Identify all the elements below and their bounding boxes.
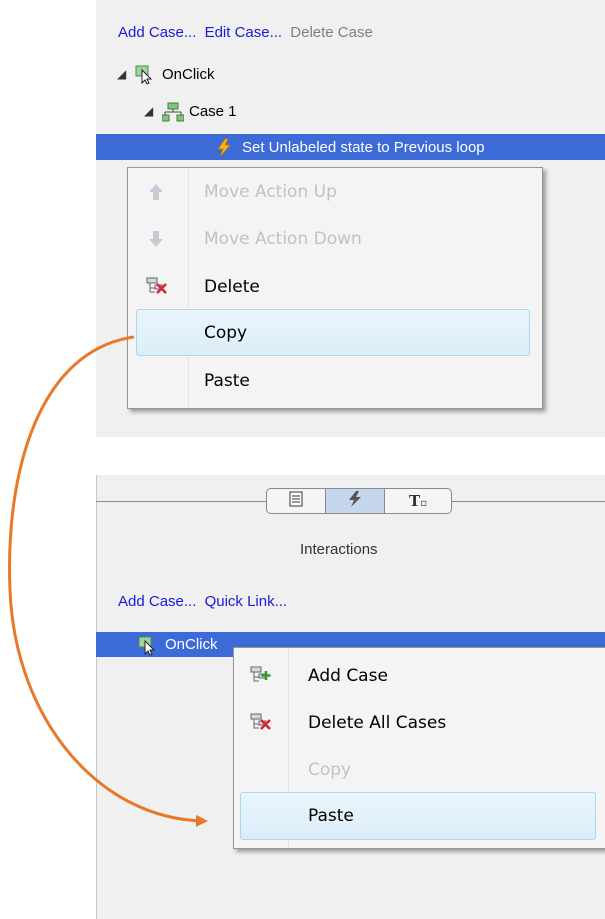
menu-item-paste[interactable]: Paste: [128, 358, 542, 404]
tab-interactions[interactable]: [325, 488, 385, 514]
selected-action-label: Set Unlabeled state to Previous loop: [242, 138, 485, 156]
menu-item-delete-all-cases[interactable]: Delete All Cases: [234, 700, 605, 746]
arrow-up-icon: [146, 182, 166, 202]
add-case-link[interactable]: Add Case...: [118, 593, 196, 610]
add-case-link[interactable]: Add Case...: [118, 24, 196, 41]
tree-event-row[interactable]: ◢ OnClick: [117, 62, 215, 86]
edit-case-link[interactable]: Edit Case...: [205, 24, 283, 41]
interactions-icon: [346, 490, 364, 513]
event-context-menu: Add Case Delete All Cases Copy Paste: [233, 647, 605, 849]
menu-item-copy[interactable]: Copy: [234, 747, 605, 793]
bottom-case-links: Add Case... Quick Link...: [118, 593, 291, 610]
cursor-click-icon: [135, 65, 153, 85]
arrow-down-icon: [146, 229, 166, 249]
cursor-click-icon: [138, 636, 156, 656]
action-context-menu: Move Action Up Move Action Down Delete C…: [127, 167, 543, 409]
style-icon: T▫: [409, 492, 427, 510]
delete-case-icon: [146, 277, 167, 297]
menu-item-delete[interactable]: Delete: [128, 264, 542, 310]
top-case-links: Add Case... Edit Case... Delete Case: [118, 24, 377, 41]
selected-action-row[interactable]: Set Unlabeled state to Previous loop: [96, 134, 605, 160]
case-tree-icon: [161, 102, 185, 122]
panel-caption: Interactions: [300, 541, 378, 558]
properties-icon: [287, 491, 305, 512]
menu-item-paste[interactable]: Paste: [234, 793, 605, 839]
menu-item-move-down[interactable]: Move Action Down: [128, 216, 542, 262]
menu-item-add-case[interactable]: Add Case: [234, 653, 605, 699]
quick-link-link[interactable]: Quick Link...: [205, 593, 288, 610]
delete-case-icon: [250, 713, 271, 733]
lightning-icon: [214, 138, 232, 158]
tree-case-label: Case 1: [189, 102, 237, 120]
add-case-icon: [250, 666, 271, 686]
menu-item-copy[interactable]: Copy: [128, 310, 542, 356]
menu-item-move-up[interactable]: Move Action Up: [128, 169, 542, 215]
tab-style[interactable]: T▫: [384, 488, 452, 514]
delete-case-link: Delete Case: [290, 24, 373, 41]
tab-properties[interactable]: [266, 488, 326, 514]
selected-event-label: OnClick: [165, 636, 218, 653]
expand-triangle-icon[interactable]: ◢: [144, 104, 156, 118]
expand-triangle-icon[interactable]: ◢: [117, 67, 129, 81]
tree-event-label: OnClick: [162, 65, 215, 83]
tree-case-row[interactable]: ◢ Case 1: [144, 99, 237, 123]
